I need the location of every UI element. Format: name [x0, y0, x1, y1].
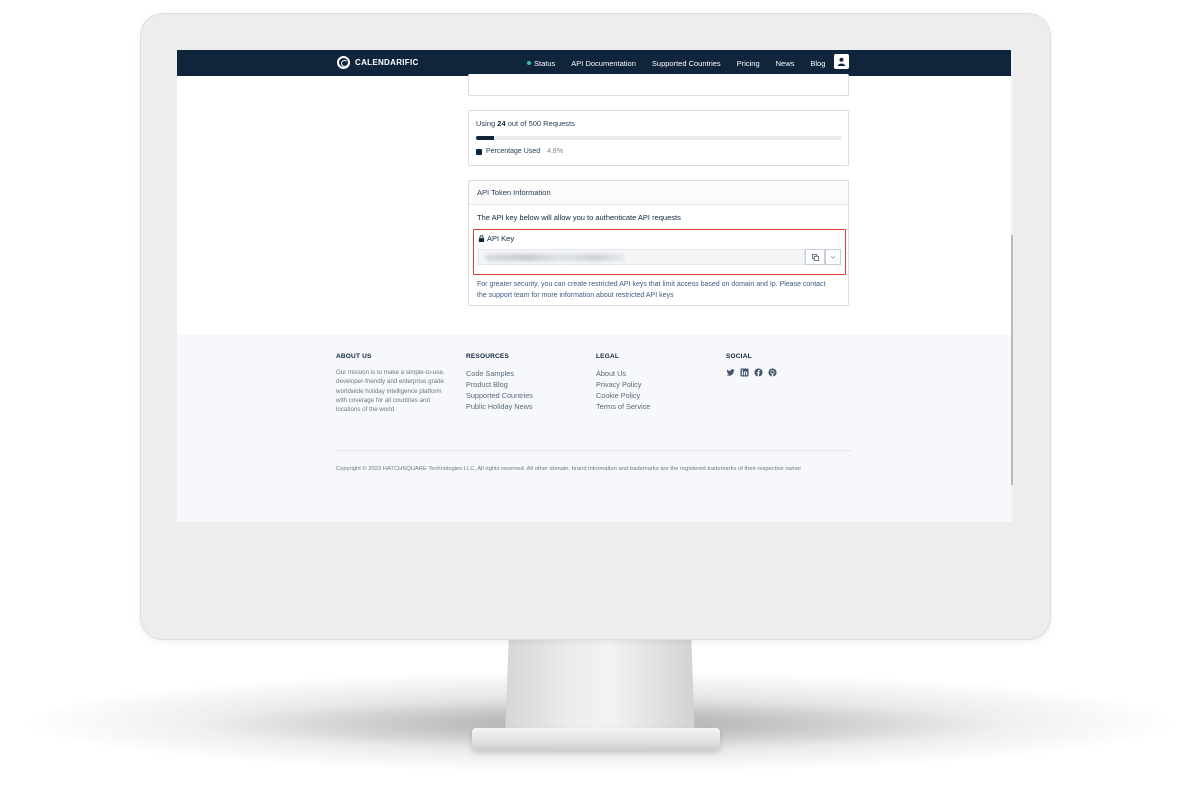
key-options-dropdown[interactable] — [825, 249, 841, 265]
api-key-value-blurred — [485, 254, 625, 261]
monitor-stand-neck — [505, 636, 695, 736]
brand-logo[interactable]: CALENDARIFIC — [337, 56, 419, 69]
footer-link-code-samples[interactable]: Code Samples — [466, 368, 533, 379]
footer-link-product-blog[interactable]: Product Blog — [466, 379, 533, 390]
scrollbar-thumb[interactable] — [1011, 235, 1013, 485]
twitter-icon — [726, 369, 735, 376]
usage-progress-bar — [476, 136, 842, 140]
nav-item-pricing[interactable]: Pricing — [737, 59, 760, 68]
top-navbar: CALENDARIFIC Status API Documentation Su… — [177, 50, 1011, 76]
status-dot-icon — [527, 61, 531, 65]
api-token-note: For greater security, you can create res… — [477, 281, 826, 299]
user-icon — [837, 57, 846, 66]
api-token-description: The API key below will allow you to auth… — [477, 213, 681, 222]
usage-suffix: out of 500 Requests — [507, 119, 575, 128]
usage-progress-fill — [476, 136, 494, 140]
facebook-icon — [754, 368, 763, 377]
display-mockup: CALENDARIFIC Status API Documentation Su… — [0, 0, 1200, 800]
footer-link-about-us[interactable]: About Us — [596, 368, 650, 379]
legend-swatch — [476, 148, 482, 155]
monitor-stand-foot — [472, 728, 720, 750]
nav-item-api-documentation[interactable]: API Documentation — [571, 59, 636, 68]
previous-card — [468, 74, 849, 96]
footer-resources-heading: RESOURCES — [466, 353, 509, 360]
copyright-text: Copyright © 2023 HATCHSQUARE Technologie… — [336, 466, 802, 472]
usage-prefix: Using — [476, 119, 496, 128]
linkedin-icon — [740, 368, 749, 377]
footer-link-supported-countries[interactable]: Supported Countries — [466, 390, 533, 401]
social-links — [726, 368, 777, 377]
footer-about-text: Our mission is to make a simple-to-use, … — [336, 369, 445, 414]
nav-item-supported-countries[interactable]: Supported Countries — [652, 59, 721, 68]
nav-item-blog[interactable]: Blog — [810, 59, 825, 68]
legend-label: Percentage Used — [486, 148, 541, 155]
api-token-title: API Token Information — [477, 188, 551, 197]
footer-link-privacy-policy[interactable]: Privacy Policy — [596, 379, 650, 390]
usage-legend: Percentage Used 4.8% — [476, 148, 563, 155]
facebook-link[interactable] — [754, 368, 763, 377]
footer-resources-column: RESOURCES Code Samples Product Blog Supp… — [466, 353, 533, 412]
footer-social-column: SOCIAL — [726, 353, 777, 377]
logo-icon — [337, 56, 350, 69]
site-footer: ABOUT US Our mission is to make a simple… — [177, 335, 1011, 522]
footer-about-heading: ABOUT US — [336, 353, 372, 360]
footer-legal-heading: LEGAL — [596, 353, 620, 360]
brand-name: CALENDARIFIC — [355, 58, 419, 67]
api-key-input[interactable] — [478, 249, 805, 265]
nav-item-status[interactable]: Status — [527, 59, 555, 68]
screen: CALENDARIFIC Status API Documentation Su… — [177, 50, 1013, 522]
legend-value: 4.8% — [547, 148, 564, 155]
api-token-card-header: API Token Information — [469, 181, 848, 205]
usage-count: 24 — [497, 119, 506, 128]
footer-link-public-holiday-news[interactable]: Public Holiday News — [466, 401, 533, 412]
linkedin-link[interactable] — [740, 368, 749, 377]
usage-summary: Using 24 out of 500 Requests — [476, 119, 575, 128]
main-nav: Status API Documentation Supported Count… — [527, 50, 825, 76]
nav-label: Status — [534, 58, 556, 68]
lock-icon — [478, 235, 485, 242]
usage-card: Using 24 out of 500 Requests Percentage … — [468, 110, 849, 166]
twitter-link[interactable] — [726, 368, 735, 377]
copy-key-button[interactable] — [805, 249, 825, 265]
api-token-card: API Token Information The API key below … — [468, 180, 849, 306]
copy-icon — [811, 253, 819, 261]
footer-social-heading: SOCIAL — [726, 353, 752, 360]
footer-divider — [336, 450, 852, 451]
github-icon — [768, 368, 777, 377]
chevron-down-icon — [830, 256, 836, 259]
account-button[interactable] — [834, 54, 849, 69]
api-key-label-text: API Key — [487, 234, 515, 243]
github-link[interactable] — [768, 368, 777, 377]
footer-link-cookie-policy[interactable]: Cookie Policy — [596, 390, 650, 401]
nav-item-news[interactable]: News — [776, 59, 795, 68]
footer-legal-column: LEGAL About Us Privacy Policy Cookie Pol… — [596, 353, 650, 412]
footer-link-terms-of-service[interactable]: Terms of Service — [596, 401, 650, 412]
api-key-highlight: API Key — [473, 229, 846, 275]
footer-about-column: ABOUT US Our mission is to make a simple… — [336, 353, 452, 414]
api-key-label: API Key — [478, 234, 514, 243]
